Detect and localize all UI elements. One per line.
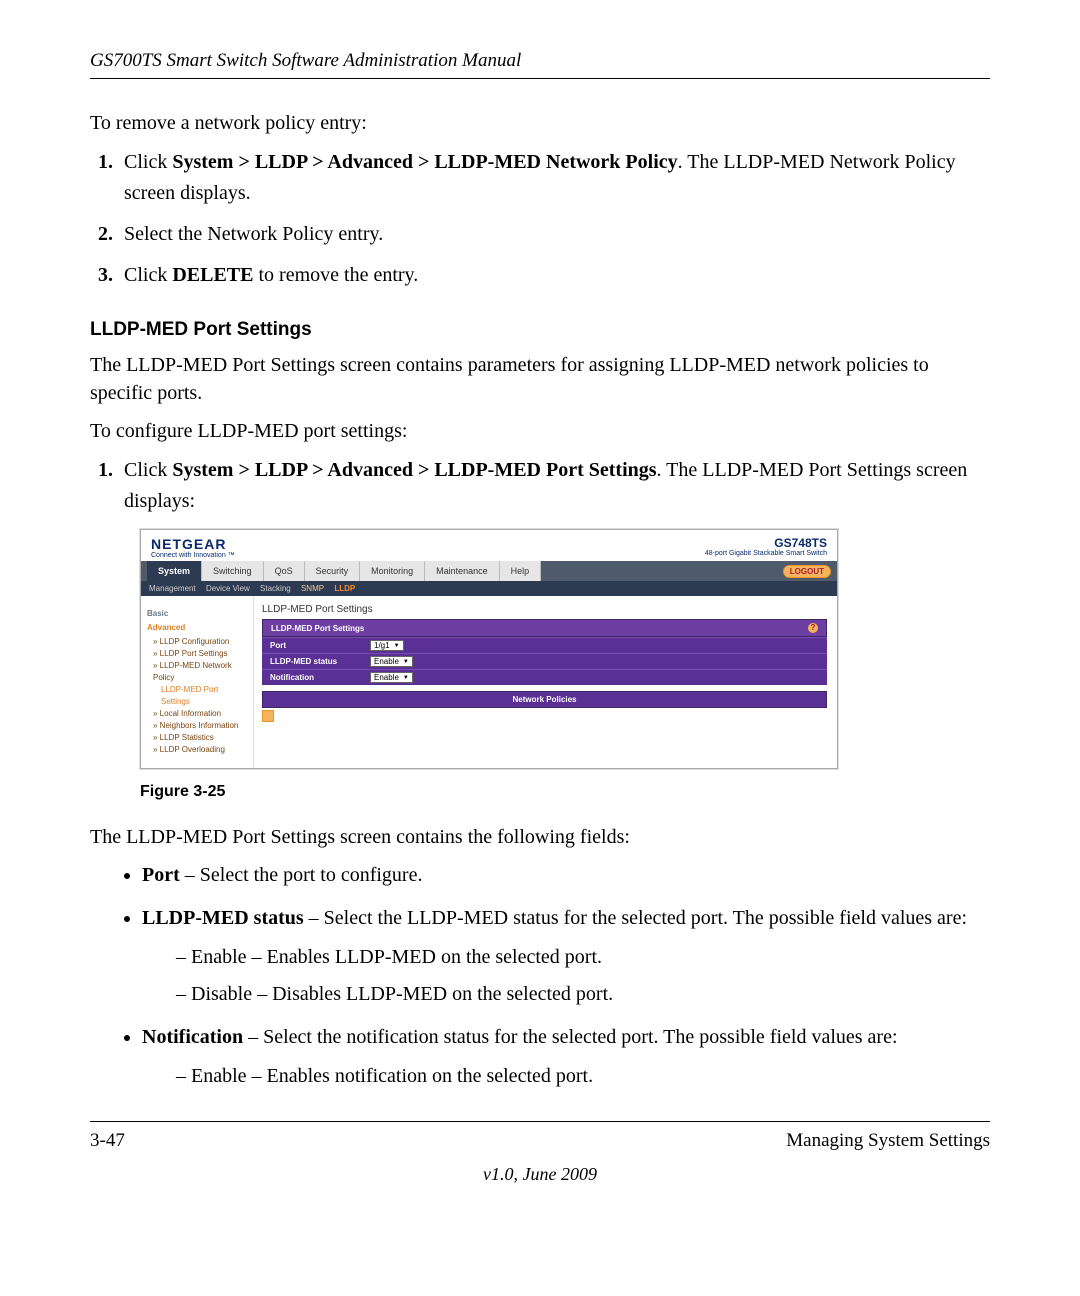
field-status: LLDP-MED status Enable (262, 653, 827, 669)
remove-step-2: Select the Network Policy entry. (118, 219, 990, 250)
remove-step-1: Click System > LLDP > Advanced > LLDP-ME… (118, 147, 990, 209)
configure-intro: To configure LLDP-MED port settings: (90, 417, 990, 445)
section-title: LLDP-MED Port Settings (90, 319, 990, 341)
notif-enable: Enable – Enables notification on the sel… (176, 1062, 990, 1091)
tab-qos[interactable]: QoS (264, 561, 305, 581)
port-dropdown[interactable]: 1/g1 (370, 640, 404, 651)
status-enable: Enable – Enables LLDP-MED on the selecte… (176, 943, 990, 972)
sidebar-neighbors[interactable]: Neighbors Information (153, 720, 247, 732)
secondary-tabs: Management Device View Stacking SNMP LLD… (141, 581, 837, 596)
field-notification: Notification Enable (262, 669, 827, 685)
sidebar-local-info[interactable]: Local Information (153, 708, 247, 720)
network-policies-bar[interactable]: Network Policies (262, 691, 827, 708)
sidebar-lldp-stats[interactable]: LLDP Statistics (153, 732, 247, 744)
status-disable: Disable – Disables LLDP-MED on the selec… (176, 980, 990, 1009)
sidebar-lldp-port[interactable]: LLDP Port Settings (153, 648, 247, 660)
field-port: Port 1/g1 (262, 637, 827, 653)
section-name: Managing System Settings (786, 1130, 990, 1152)
bullet-status: LLDP-MED status – Select the LLDP-MED st… (142, 904, 990, 1009)
header-rule (90, 78, 990, 79)
tab-maintenance[interactable]: Maintenance (425, 561, 500, 581)
figure-caption: Figure 3-25 (140, 783, 990, 801)
remove-intro: To remove a network policy entry: (90, 109, 990, 137)
configure-step-1: Click System > LLDP > Advanced > LLDP-ME… (118, 455, 990, 517)
panel-header: LLDP-MED Port Settings ? (262, 619, 827, 637)
brand-tagline: Connect with Innovation ™ (151, 552, 235, 559)
sidebar-lldpmed-np[interactable]: LLDP-MED Network Policy (153, 660, 247, 684)
subtab-deviceview[interactable]: Device View (206, 584, 250, 593)
remove-steps: Click System > LLDP > Advanced > LLDP-ME… (118, 147, 990, 291)
primary-tabs: System Switching QoS Security Monitoring… (141, 561, 837, 581)
subtab-snmp[interactable]: SNMP (301, 584, 324, 593)
bullet-port: Port – Select the port to configure. (142, 861, 990, 890)
sidebar-advanced[interactable]: Advanced (147, 622, 247, 634)
sidebar: Basic Advanced LLDP Configuration LLDP P… (141, 596, 254, 768)
notification-dropdown[interactable]: Enable (370, 672, 413, 683)
field-bullets: Port – Select the port to configure. LLD… (142, 861, 990, 1091)
doc-version: v1.0, June 2009 (90, 1164, 990, 1185)
sidebar-lldp-config[interactable]: LLDP Configuration (153, 636, 247, 648)
figure-screenshot: NETGEAR Connect with Innovation ™ GS748T… (140, 529, 838, 769)
sidebar-lldp-overload[interactable]: LLDP Overloading (153, 744, 247, 756)
subtab-management[interactable]: Management (149, 584, 196, 593)
page-number: 3-47 (90, 1130, 125, 1152)
model-label: GS748TS (774, 536, 827, 550)
tab-system[interactable]: System (147, 561, 202, 581)
subtab-stacking[interactable]: Stacking (260, 584, 291, 593)
logout-button[interactable]: LOGOUT (783, 565, 831, 578)
expand-icon[interactable] (262, 710, 274, 722)
tab-monitoring[interactable]: Monitoring (360, 561, 425, 581)
brand-logo: NETGEAR (151, 536, 226, 552)
status-dropdown[interactable]: Enable (370, 656, 413, 667)
remove-step-3: Click DELETE to remove the entry. (118, 260, 990, 291)
sidebar-basic[interactable]: Basic (147, 608, 247, 620)
configure-steps: Click System > LLDP > Advanced > LLDP-ME… (118, 455, 990, 517)
main-pane: LLDP-MED Port Settings LLDP-MED Port Set… (254, 596, 837, 768)
section-desc: The LLDP-MED Port Settings screen contai… (90, 351, 990, 407)
tab-security[interactable]: Security (305, 561, 361, 581)
model-desc: 48-port Gigabit Stackable Smart Switch (705, 550, 827, 557)
pane-title: LLDP-MED Port Settings (262, 604, 827, 615)
bullet-notification: Notification – Select the notification s… (142, 1023, 990, 1091)
sidebar-lldpmed-port[interactable]: LLDP-MED Port Settings (161, 684, 247, 708)
tab-help[interactable]: Help (500, 561, 542, 581)
doc-header: GS700TS Smart Switch Software Administra… (90, 50, 990, 72)
footer-rule (90, 1121, 990, 1122)
help-icon[interactable]: ? (808, 623, 818, 633)
tab-switching[interactable]: Switching (202, 561, 264, 581)
fields-intro: The LLDP-MED Port Settings screen contai… (90, 823, 990, 851)
subtab-lldp[interactable]: LLDP (334, 584, 355, 593)
